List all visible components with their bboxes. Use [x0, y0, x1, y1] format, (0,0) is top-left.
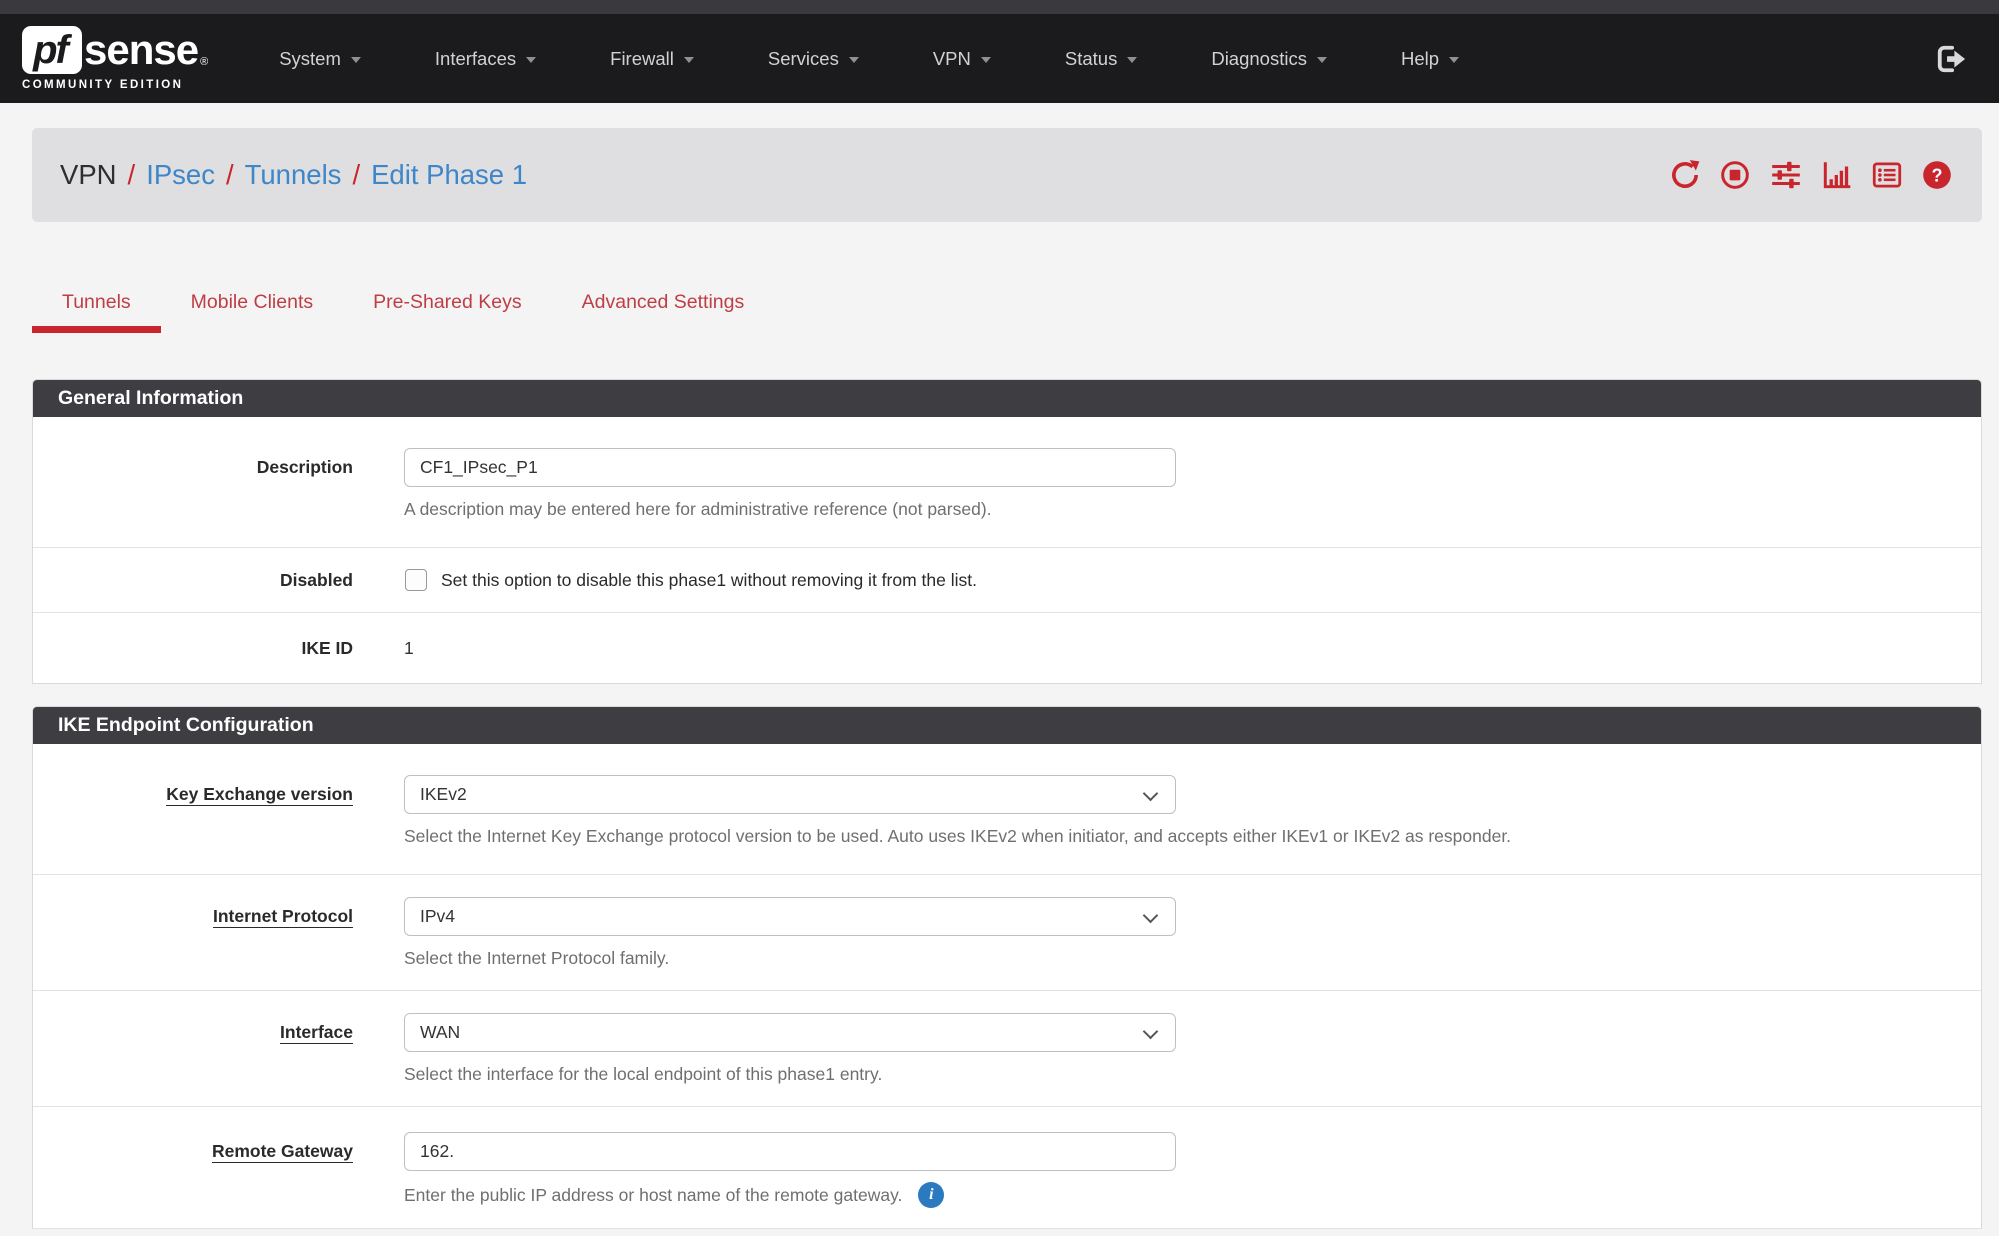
key-exchange-version-row: Key Exchange version IKEv2 Select the In… — [33, 744, 1981, 874]
chevron-down-icon — [1449, 57, 1459, 63]
refresh-icon[interactable] — [1668, 158, 1702, 192]
pfsense-logo[interactable]: pf sense ® COMMUNITY EDITION — [22, 26, 208, 91]
key-exchange-version-help: Select the Internet Key Exchange protoco… — [404, 825, 1953, 847]
panel-title: General Information — [33, 380, 1981, 417]
interface-label: Interface — [33, 1013, 353, 1085]
chevron-down-icon — [1143, 908, 1159, 924]
remote-gateway-row: Remote Gateway Enter the public IP addre… — [33, 1106, 1981, 1229]
interface-help: Select the interface for the local endpo… — [404, 1063, 1953, 1085]
interface-row: Interface WAN Select the interface for t… — [33, 990, 1981, 1106]
chevron-down-icon — [1143, 1024, 1159, 1040]
tab-pre-shared-keys[interactable]: Pre-Shared Keys — [343, 266, 552, 333]
internet-protocol-row: Internet Protocol IPv4 Select the Intern… — [33, 874, 1981, 990]
breadcrumb: VPN / IPsec / Tunnels / Edit Phase 1 — [60, 159, 527, 191]
chevron-down-icon — [526, 57, 536, 63]
stop-icon[interactable] — [1718, 158, 1752, 192]
internet-protocol-select[interactable]: IPv4 — [404, 897, 1176, 936]
menu-help[interactable]: Help — [1364, 14, 1496, 103]
menu-diagnostics[interactable]: Diagnostics — [1174, 14, 1364, 103]
page-header-bar: VPN / IPsec / Tunnels / Edit Phase 1 — [32, 128, 1982, 222]
internet-protocol-value: IPv4 — [420, 906, 455, 927]
pf-logo-box: pf — [22, 26, 82, 74]
description-label: Description — [33, 448, 353, 520]
log-list-icon[interactable] — [1870, 158, 1904, 192]
remote-gateway-input[interactable] — [404, 1132, 1176, 1171]
svg-text:?: ? — [1931, 165, 1942, 185]
key-exchange-version-select[interactable]: IKEv2 — [404, 775, 1176, 814]
menu-vpn[interactable]: VPN — [896, 14, 1028, 103]
remote-gateway-help: Enter the public IP address or host name… — [404, 1184, 902, 1206]
description-help: A description may be entered here for ad… — [404, 498, 1953, 520]
key-exchange-version-value: IKEv2 — [420, 784, 467, 805]
interface-select[interactable]: WAN — [404, 1013, 1176, 1052]
remote-gateway-label: Remote Gateway — [33, 1132, 353, 1208]
chevron-down-icon — [981, 57, 991, 63]
ike-endpoint-configuration-panel: IKE Endpoint Configuration Key Exchange … — [32, 706, 1982, 1229]
general-information-panel: General Information Description A descri… — [32, 379, 1982, 684]
menu-firewall[interactable]: Firewall — [573, 14, 731, 103]
menu-status[interactable]: Status — [1028, 14, 1174, 103]
navbar: pf sense ® COMMUNITY EDITION System Inte… — [0, 14, 1999, 103]
chevron-down-icon — [1317, 57, 1327, 63]
chevron-down-icon — [351, 57, 361, 63]
breadcrumb-separator: / — [117, 159, 147, 191]
breadcrumb-link-tunnels[interactable]: Tunnels — [245, 159, 342, 191]
sense-logo-text: sense — [84, 26, 198, 74]
key-exchange-version-label: Key Exchange version — [33, 775, 353, 847]
page-toolbar: ? — [1668, 158, 1954, 192]
bar-chart-icon[interactable] — [1820, 158, 1854, 192]
tab-bar: Tunnels Mobile Clients Pre-Shared Keys A… — [32, 266, 1999, 333]
menu-system[interactable]: System — [242, 14, 398, 103]
community-edition-label: COMMUNITY EDITION — [22, 79, 208, 91]
tab-advanced-settings[interactable]: Advanced Settings — [552, 266, 775, 333]
chevron-down-icon — [1143, 786, 1159, 802]
disabled-row: Disabled Set this option to disable this… — [33, 547, 1981, 612]
disabled-label: Disabled — [33, 569, 353, 591]
sign-out-icon[interactable] — [1933, 41, 1969, 77]
tab-tunnels[interactable]: Tunnels — [32, 266, 161, 333]
window-top-strip — [0, 0, 1999, 14]
chevron-down-icon — [684, 57, 694, 63]
interface-value: WAN — [420, 1022, 460, 1043]
help-icon[interactable]: ? — [1920, 158, 1954, 192]
ike-id-label: IKE ID — [33, 637, 353, 659]
menu-interfaces[interactable]: Interfaces — [398, 14, 573, 103]
description-row: Description A description may be entered… — [33, 417, 1981, 547]
description-input[interactable] — [404, 448, 1176, 487]
tab-mobile-clients[interactable]: Mobile Clients — [161, 266, 343, 333]
panel-title: IKE Endpoint Configuration — [33, 707, 1981, 744]
internet-protocol-help: Select the Internet Protocol family. — [404, 947, 1953, 969]
internet-protocol-label: Internet Protocol — [33, 897, 353, 969]
breadcrumb-link-edit-phase1[interactable]: Edit Phase 1 — [371, 159, 527, 191]
ike-id-value: 1 — [404, 637, 1953, 659]
chevron-down-icon — [1127, 57, 1137, 63]
breadcrumb-link-ipsec[interactable]: IPsec — [146, 159, 215, 191]
breadcrumb-section: VPN — [60, 159, 117, 191]
disabled-checkbox[interactable] — [405, 569, 427, 591]
ike-id-row: IKE ID 1 — [33, 612, 1981, 683]
menu-services[interactable]: Services — [731, 14, 896, 103]
registered-mark: ® — [200, 56, 208, 68]
breadcrumb-separator: / — [341, 159, 371, 191]
breadcrumb-separator: / — [215, 159, 245, 191]
chevron-down-icon — [849, 57, 859, 63]
info-icon[interactable]: i — [918, 1182, 944, 1208]
disabled-checkbox-text: Set this option to disable this phase1 w… — [441, 570, 977, 591]
main-menu: System Interfaces Firewall Services VPN … — [242, 14, 1496, 103]
sliders-icon[interactable] — [1768, 158, 1804, 192]
